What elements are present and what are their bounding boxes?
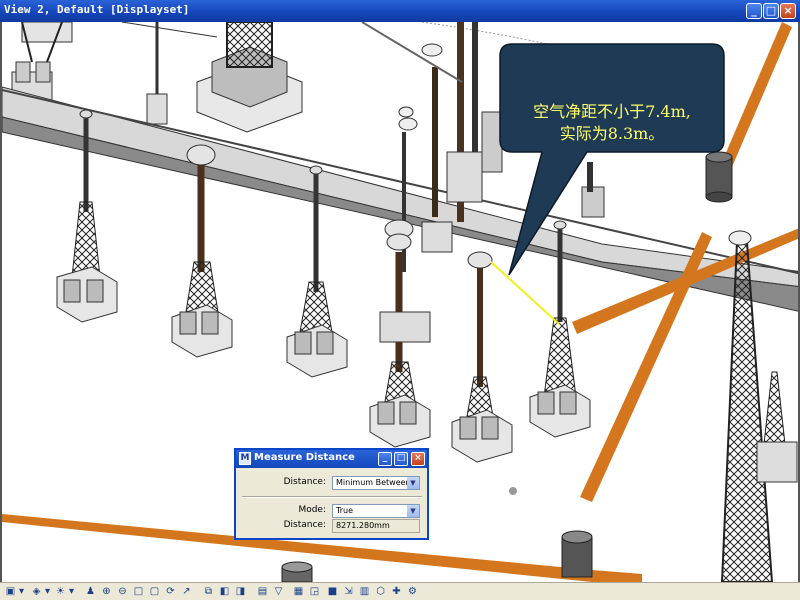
dialog-minimize-button[interactable]: _ xyxy=(378,452,392,466)
dropdown-icon[interactable]: ▾ xyxy=(18,585,25,598)
callout-line-2: 实际为8.3m。 xyxy=(559,124,665,143)
view-previous-icon[interactable]: ◧ xyxy=(218,585,231,598)
chevron-down-icon[interactable]: ▼ xyxy=(407,505,419,517)
copy-view-icon[interactable]: ⧉ xyxy=(202,585,215,598)
close-button[interactable]: × xyxy=(780,3,796,19)
upper-tower-center xyxy=(196,22,303,133)
tank-bottom-left xyxy=(281,561,313,582)
person-icon[interactable]: ♟ xyxy=(84,585,97,598)
window-area-icon[interactable]: □ xyxy=(132,585,145,598)
zoom-in-icon[interactable]: ⊕ xyxy=(100,585,113,598)
filter-icon[interactable]: ▽ xyxy=(272,585,285,598)
dropdown-icon[interactable]: ▾ xyxy=(68,585,75,598)
distance-result-label: Distance: xyxy=(283,520,326,530)
shadow-icon[interactable]: ■ xyxy=(326,585,339,598)
tank-upper-right xyxy=(705,151,733,203)
cursor-point xyxy=(509,487,517,495)
measure-icon: M xyxy=(239,452,251,465)
distance-type-select[interactable]: Minimum Between ▼ xyxy=(332,476,420,490)
window-title: View 2, Default [Displayset] xyxy=(4,3,190,16)
minimize-button[interactable]: _ xyxy=(746,3,762,19)
view-next-icon[interactable]: ◨ xyxy=(234,585,247,598)
view-attributes-icon[interactable]: ▣ xyxy=(4,585,17,598)
dialog-close-button[interactable]: × xyxy=(411,452,425,466)
callout-text: 空气净距不小于7.4m, 实际为8.3m。 xyxy=(500,101,724,145)
axis-icon[interactable]: ✚ xyxy=(390,585,403,598)
distance-result-field: 8271.280mm xyxy=(332,519,420,533)
zoom-out-icon[interactable]: ⊖ xyxy=(116,585,129,598)
levels-icon[interactable]: ◈ xyxy=(30,585,43,598)
distance-type-label: Distance: xyxy=(283,477,326,487)
maximize-button[interactable]: □ xyxy=(763,3,779,19)
mode-select[interactable]: True ▼ xyxy=(332,504,420,518)
fit-view-icon[interactable]: ▢ xyxy=(148,585,161,598)
tank-lower xyxy=(561,530,593,578)
settings-icon[interactable]: ⚙ xyxy=(406,585,419,598)
post-stand-5 xyxy=(451,251,513,463)
dialog-title-bar[interactable]: M Measure Distance _ □ × xyxy=(236,450,427,468)
render-icon[interactable]: ◲ xyxy=(308,585,321,598)
cube-icon[interactable]: ⬡ xyxy=(374,585,387,598)
distance-type-value: Minimum Between xyxy=(336,478,411,487)
post-stand-4 xyxy=(369,219,431,448)
dropdown-icon[interactable]: ▾ xyxy=(44,585,51,598)
mode-label: Mode: xyxy=(298,505,326,515)
dialog-maximize-button[interactable]: □ xyxy=(394,452,408,466)
dialog-title: Measure Distance xyxy=(254,452,355,463)
rotate-icon[interactable]: ⟳ xyxy=(164,585,177,598)
chevron-down-icon[interactable]: ▼ xyxy=(407,477,419,489)
measure-distance-dialog[interactable]: M Measure Distance _ □ × Distance: Minim… xyxy=(234,448,429,540)
display-icon[interactable]: ▥ xyxy=(358,585,371,598)
camera-icon[interactable]: ▤ xyxy=(256,585,269,598)
walk-icon[interactable]: ⇲ xyxy=(342,585,355,598)
pan-icon[interactable]: ↗ xyxy=(180,585,193,598)
light-icon[interactable]: ☀ xyxy=(54,585,67,598)
callout-line-1: 空气净距不小于7.4m, xyxy=(533,102,691,121)
measure-line xyxy=(490,261,560,325)
window-title-bar[interactable]: View 2, Default [Displayset] _ □ × xyxy=(0,0,800,22)
clip-icon[interactable]: ▦ xyxy=(292,585,305,598)
dialog-separator xyxy=(242,496,422,498)
mode-value: True xyxy=(336,506,353,515)
view-control-toolbar: ▣ ▾ ◈ ▾ ☀ ▾ ♟ ⊕ ⊖ □ ▢ ⟳ ↗ ⧉ ◧ ◨ ▤ ▽ ▦ ◲ … xyxy=(0,582,800,600)
